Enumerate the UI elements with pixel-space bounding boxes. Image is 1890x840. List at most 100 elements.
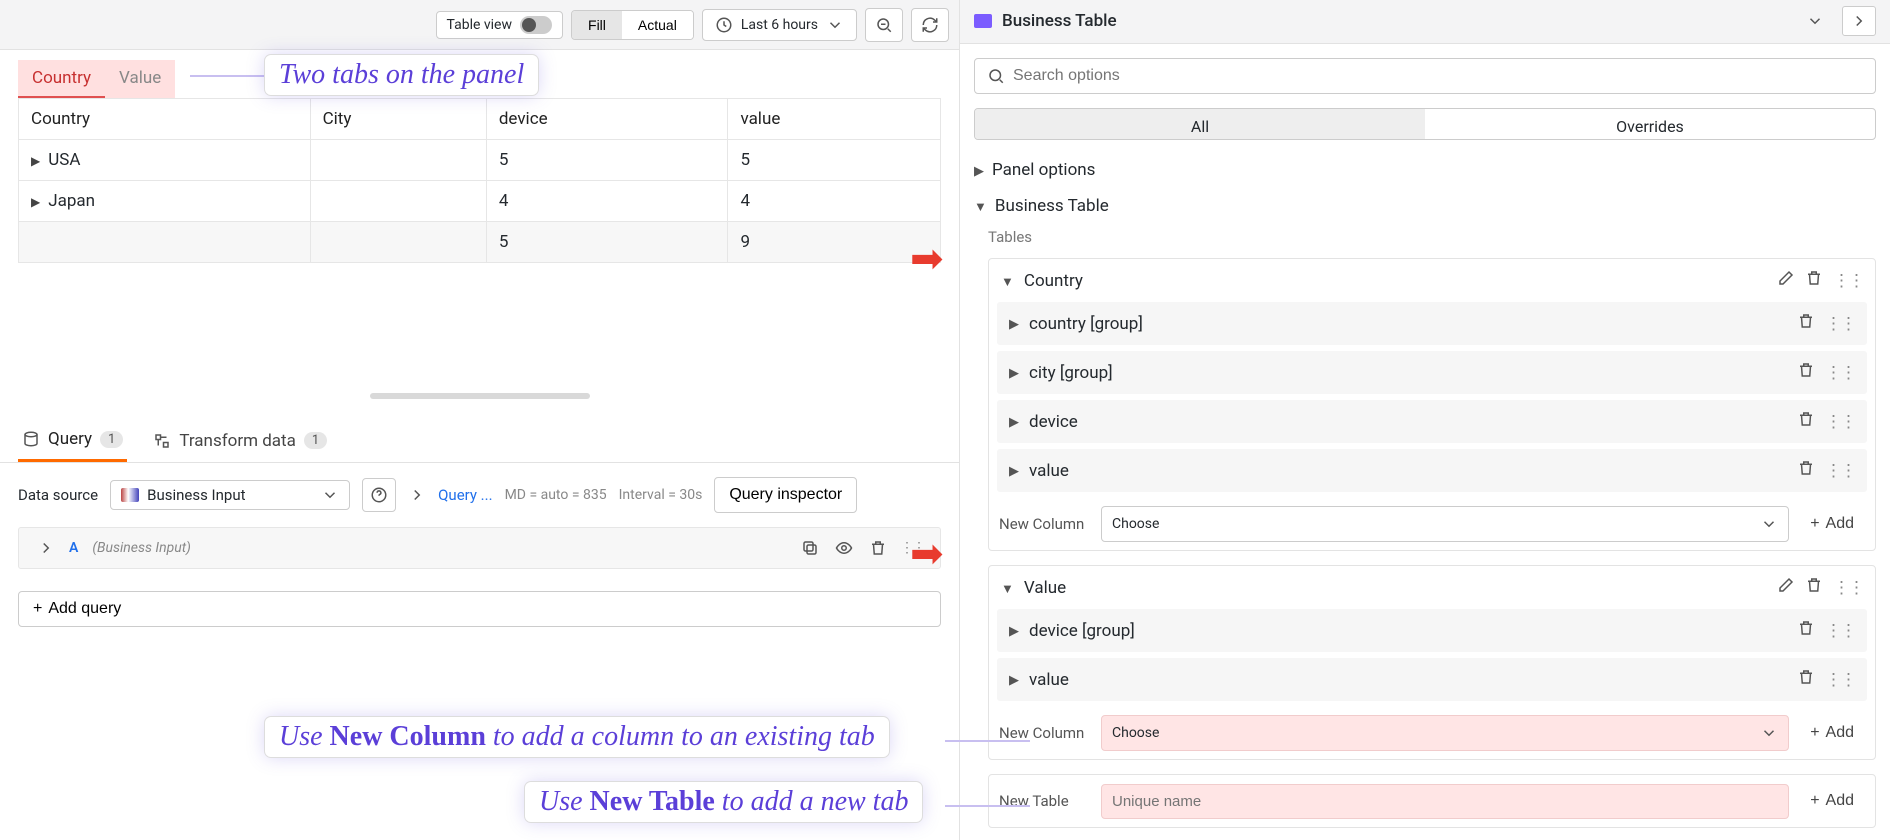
column-item[interactable]: ▶value⋮⋮ [997,658,1867,701]
table-footer-row: 5 9 [19,222,941,263]
chevron-down-icon: ▼ [1001,274,1014,290]
query-tabs: Query 1 Transform data 1 [0,409,959,463]
edit-icon[interactable] [1777,269,1795,292]
duplicate-icon[interactable] [800,538,820,558]
plus-icon: + [1810,515,1819,533]
tab-all[interactable]: All [975,109,1425,139]
datasource-label: Data source [18,486,98,504]
annotation-new-column: Use New Column to add a column to an exi… [265,717,889,757]
new-column-select[interactable]: Choose [1101,506,1789,542]
chevron-down-icon: ▼ [1001,581,1014,597]
card-header[interactable]: ▼ Country ⋮⋮ [989,259,1875,302]
chevron-right-icon[interactable] [408,486,426,504]
column-item[interactable]: ▶city [group]⋮⋮ [997,351,1867,394]
collapse-panel-button[interactable] [1842,6,1876,36]
transform-count-badge: 1 [304,432,327,449]
query-count-badge: 1 [100,431,123,448]
column-item[interactable]: ▶country [group]⋮⋮ [997,302,1867,345]
new-table-input[interactable] [1101,784,1789,819]
chevron-down-icon [321,486,339,504]
fill-button[interactable]: Fill [572,11,622,39]
card-header[interactable]: ▼ Value ⋮⋮ [989,566,1875,609]
new-table-row: New Table +Add [988,774,1876,828]
annotation-tabs: Two tabs on the panel [265,55,538,95]
plus-icon: + [33,600,42,618]
grip-icon[interactable]: ⋮⋮ [1825,412,1855,432]
time-range-picker[interactable]: Last 6 hours [702,9,857,41]
expand-icon[interactable]: ▶ [31,154,40,168]
viz-icon [974,14,992,28]
add-column-button[interactable]: +Add [1799,506,1865,542]
chevron-down-icon [826,16,844,34]
table-card-value: ▼ Value ⋮⋮ ▶device [group]⋮⋮ ▶value⋮⋮ Ne… [988,565,1876,760]
column-item[interactable]: ▶value⋮⋮ [997,449,1867,492]
column-item[interactable]: ▶device [group]⋮⋮ [997,609,1867,652]
tab-transform[interactable]: Transform data 1 [149,419,331,462]
chevron-right-icon: ▶ [1009,415,1019,430]
trash-icon[interactable] [1805,269,1823,292]
viz-title[interactable]: Business Table [1002,11,1117,31]
grip-icon[interactable]: ⋮⋮ [1825,314,1855,334]
trash-icon[interactable] [1797,459,1815,482]
trash-icon[interactable] [1805,576,1823,599]
expand-icon[interactable]: ▶ [31,195,40,209]
chevron-down-icon[interactable] [1798,6,1832,36]
eye-icon[interactable] [834,538,854,558]
col-country[interactable]: Country [19,99,311,140]
col-city[interactable]: City [310,99,486,140]
search-options[interactable] [974,58,1876,94]
chevron-right-icon: ▶ [974,164,984,179]
trash-icon[interactable] [868,538,888,558]
table-row: ▶Japan 4 4 [19,181,941,222]
horizontal-scrollbar[interactable] [370,393,590,399]
search-input[interactable] [1013,67,1863,85]
database-icon [22,430,40,448]
column-item[interactable]: ▶device⋮⋮ [997,400,1867,443]
edit-icon[interactable] [1777,576,1795,599]
refresh-icon [921,16,939,34]
table-row: ▶USA 5 5 [19,140,941,181]
tab-country[interactable]: Country [18,60,105,98]
trash-icon[interactable] [1797,619,1815,642]
actual-button[interactable]: Actual [622,11,693,39]
grip-icon[interactable]: ⋮⋮ [1833,271,1863,291]
plus-icon: + [1810,724,1819,742]
query-item-row[interactable]: A (Business Input) ⋮⋮ [18,527,941,569]
add-table-button[interactable]: +Add [1799,783,1865,819]
grip-icon[interactable]: ⋮⋮ [1825,363,1855,383]
col-device[interactable]: device [486,99,728,140]
refresh-button[interactable] [911,8,949,42]
tab-query[interactable]: Query 1 [18,419,127,462]
tab-overrides[interactable]: Overrides [1425,109,1875,139]
query-inspector-button[interactable]: Query inspector [714,477,857,513]
toolbar: Table view Fill Actual Last 6 hours [0,0,959,50]
trash-icon[interactable] [1797,668,1815,691]
md-info: MD = auto = 835 [505,487,607,503]
section-panel-options[interactable]: ▶ Panel options [974,152,1876,188]
table-view-toggle[interactable]: Table view [436,11,564,39]
annotation-connector [945,805,1030,807]
chevron-right-icon: ▶ [1009,317,1019,332]
trash-icon[interactable] [1797,312,1815,335]
chevron-right-icon[interactable] [37,539,55,557]
grip-icon[interactable]: ⋮⋮ [1825,670,1855,690]
add-column-button[interactable]: +Add [1799,715,1865,751]
trash-icon[interactable] [1797,410,1815,433]
new-column-row: New Column Choose +Add [989,498,1875,550]
grip-icon[interactable]: ⋮⋮ [1833,578,1863,598]
trash-icon[interactable] [1797,361,1815,384]
zoom-out-button[interactable] [865,8,903,42]
tab-value[interactable]: Value [105,60,175,98]
grip-icon[interactable]: ⋮⋮ [1825,461,1855,481]
transform-icon [153,432,171,450]
query-letter: A [69,540,78,556]
new-column-select[interactable]: Choose [1101,715,1789,751]
datasource-select[interactable]: Business Input [110,480,350,510]
query-options-link[interactable]: Query ... [438,486,492,504]
datasource-help-button[interactable] [362,478,396,512]
section-business-table[interactable]: ▼ Business Table [974,188,1876,224]
add-query-button[interactable]: + Add query [18,591,941,627]
toggle-icon[interactable] [520,16,552,34]
grip-icon[interactable]: ⋮⋮ [1825,621,1855,641]
col-value[interactable]: value [728,99,941,140]
